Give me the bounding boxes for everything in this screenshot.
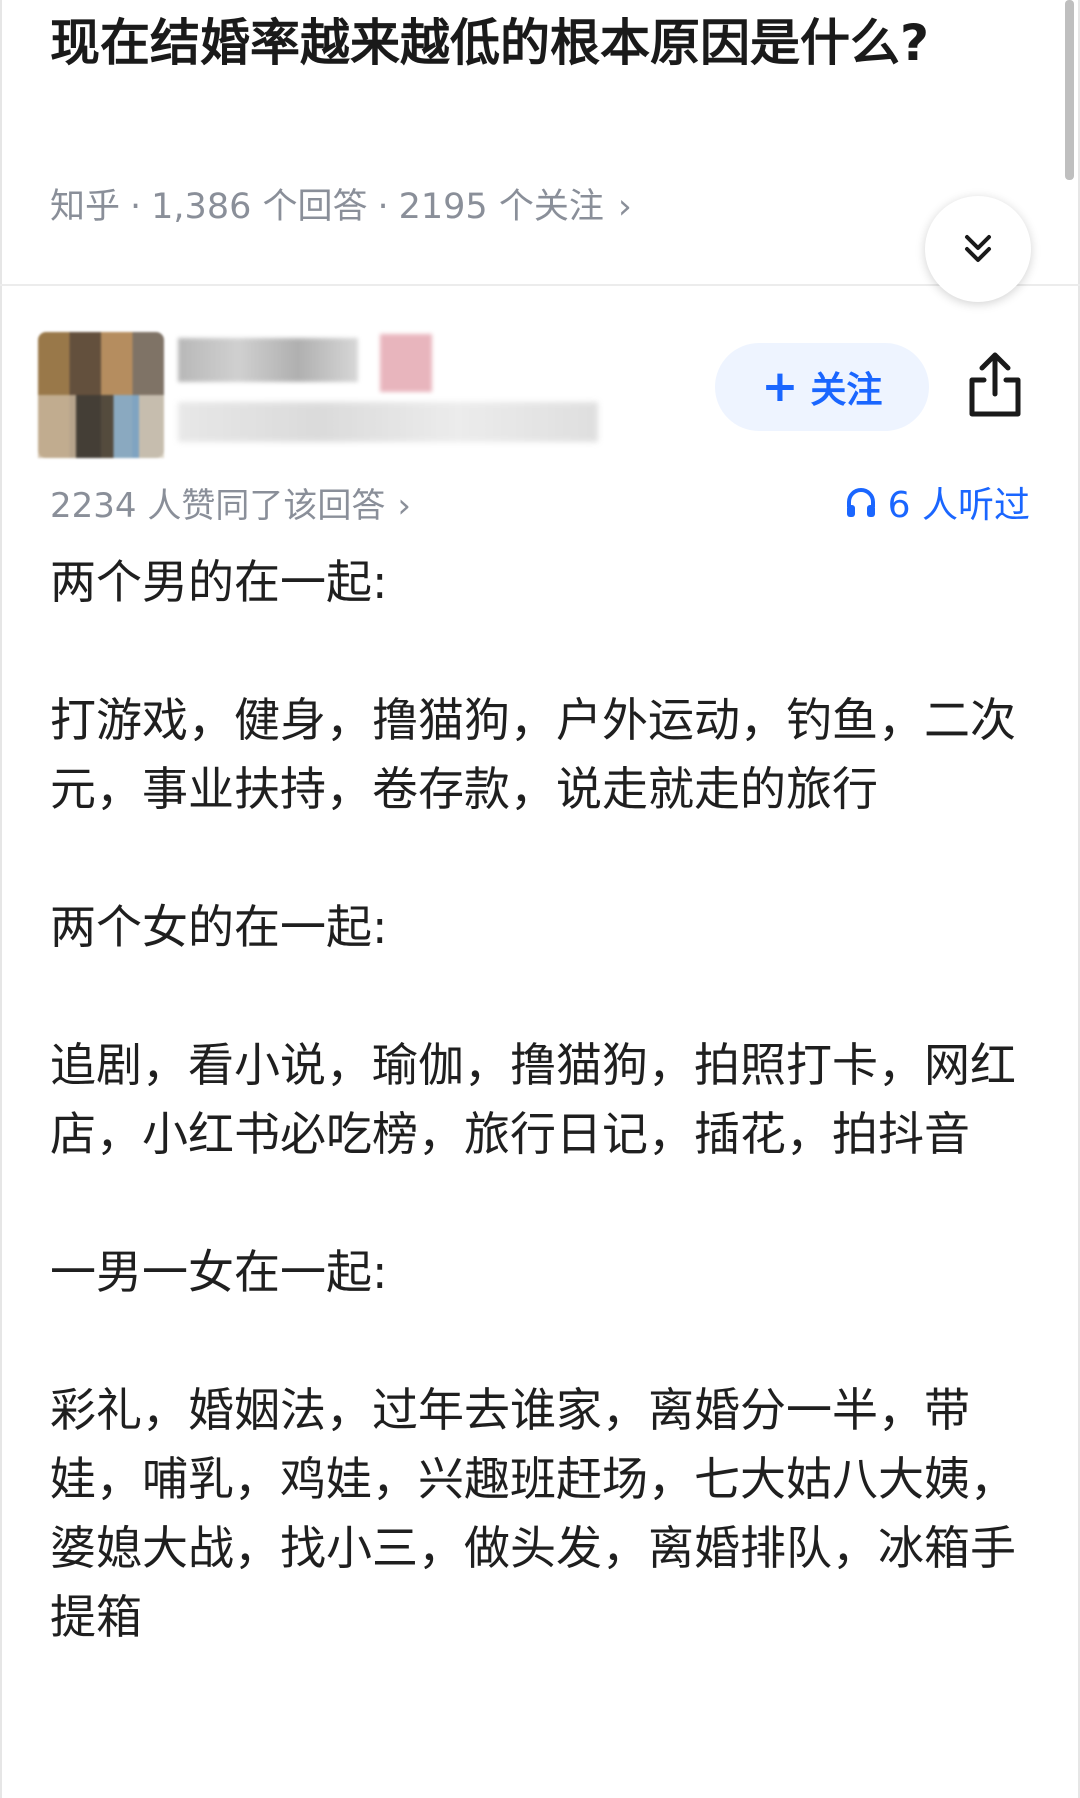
upvote-count: 2234 人赞同了该回答 [50,486,386,526]
meta-separator: · [130,187,142,227]
question-meta[interactable]: 知乎 · 1,386 个回答 · 2195 个关注 › [50,178,632,229]
upvote-summary[interactable]: 2234 人赞同了该回答 › [50,478,411,527]
share-button[interactable] [964,350,1026,420]
follow-count: 2195 个关注 [398,187,604,227]
follow-button[interactable]: + 关注 [715,343,929,431]
answer-body: 两个男的在一起: 打游戏，健身，撸猫狗，户外运动，钓鱼，二次元，事业扶持，卷存款… [50,548,1035,1721]
headphones-icon [846,488,875,517]
scrollbar[interactable] [1065,0,1074,180]
listen-button[interactable]: 6 人听过 [844,476,1030,528]
chevron-right-icon: › [397,486,411,526]
author-name-redacted[interactable] [178,338,358,382]
answer-paragraph: 彩礼，婚姻法，过年去谁家，离婚分一半，带娃，哺乳，鸡娃，兴趣班赶场，七大姑八大姨… [50,1383,1016,1644]
answer-paragraph: 一男一女在一起: [50,1245,388,1299]
answer-paragraph: 两个男的在一起: [50,555,388,609]
answer-paragraph: 两个女的在一起: [50,900,388,954]
answer-paragraph: 打游戏，健身，撸猫狗，户外运动，钓鱼，二次元，事业扶持，卷存款，说走就走的旅行 [50,693,1016,816]
question-header: 现在结婚率越来越低的根本原因是什么? 知乎 · 1,386 个回答 · 2195 个关注… [0,0,1080,286]
plus-icon: + [761,361,799,412]
meta-separator: · [377,187,389,227]
source-label: 知乎 [50,187,121,227]
answer-paragraph: 追剧，看小说，瑜伽，撸猫狗，拍照打卡，网红店，小红书必吃榜，旅行日记，插花，拍抖… [50,1038,1016,1161]
question-title[interactable]: 现在结婚率越来越低的根本原因是什么? [50,6,980,80]
collapse-button[interactable] [925,196,1031,302]
author-bio-redacted [178,402,598,442]
share-icon [969,352,1021,417]
chevron-right-icon: › [617,187,632,227]
listener-count: 6 人听过 [887,485,1030,526]
answers-count: 1,386 个回答 [151,187,368,227]
avatar[interactable] [38,332,164,458]
double-chevron-down-icon [965,235,991,262]
follow-label: 关注 [810,370,883,411]
author-badge-redacted [380,334,432,392]
answer-stats: 2234 人赞同了该回答 › 6 人听过 [0,472,1080,532]
